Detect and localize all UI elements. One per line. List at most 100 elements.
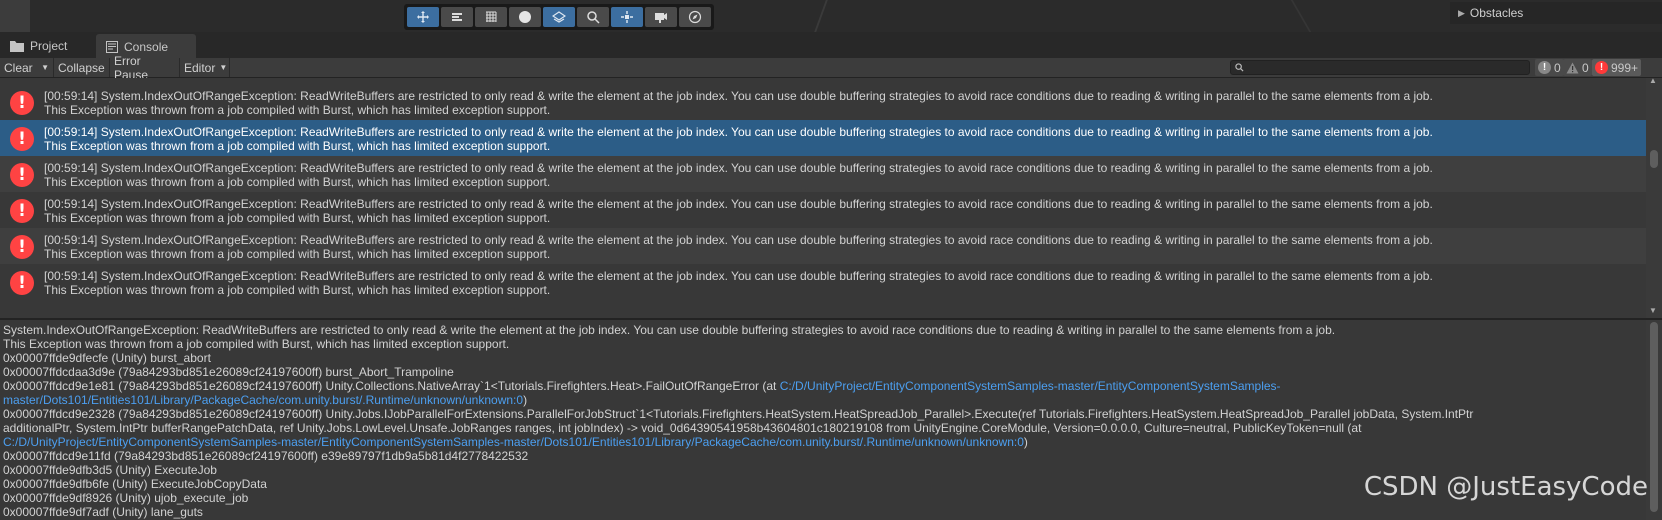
error-icon: ! [10, 163, 34, 187]
folder-icon [10, 41, 24, 52]
error-icon: ! [10, 127, 34, 151]
stack-trace-text: 0x00007ffde9df7adf (Unity) lane_guts [3, 505, 203, 519]
camera-icon [655, 13, 667, 23]
stack-trace-text: System.IndexOutOfRangeException: ReadWri… [3, 323, 1336, 337]
grid-icon [486, 11, 497, 22]
stack-trace-line: 0x00007ffde9dfecfe (Unity) burst_abort [3, 351, 1646, 365]
stack-trace-line: 0x00007ffde9df7adf (Unity) lane_guts [3, 505, 1646, 519]
log-entry-text: [00:59:14] System.IndexOutOfRangeExcepti… [44, 233, 1433, 261]
transform-icon [621, 11, 633, 23]
scene-tools-toolbar [404, 4, 714, 30]
warning-count-toggle[interactable]: 0 [1563, 59, 1592, 76]
scene-view-strip [0, 0, 1662, 32]
hierarchy-item-obstacles[interactable]: ▶ Obstacles [1450, 2, 1662, 24]
stack-trace-line: 0x00007ffdcd9e2328 (79a84293bd851e26089c… [3, 407, 1646, 421]
stack-trace-text: 0x00007ffde9df8926 (Unity) ujob_execute_… [3, 491, 249, 505]
log-entry-text: [00:59:14] System.IndexOutOfRangeExcepti… [44, 125, 1433, 153]
source-file-link[interactable]: C:/D/UnityProject/EntityComponentSystemS… [3, 435, 1024, 449]
error-icon: ! [10, 235, 34, 259]
tab-console-label: Console [124, 40, 169, 54]
stack-trace-text: 0x00007ffde9dfb3d5 (Unity) ExecuteJob [3, 463, 217, 477]
grid-tool-button[interactable] [475, 7, 507, 27]
stack-trace-line: 0x00007ffdcd9e11fd (79a84293bd851e26089c… [3, 449, 1646, 463]
console-log-list: ! [00:59:14] System.IndexOutOfRangeExcep… [0, 78, 1662, 318]
error-pause-button[interactable]: Error Pause [110, 54, 180, 82]
source-file-link[interactable]: C:/D/UnityProject/EntityComponentSystemS… [780, 379, 1281, 393]
stack-trace-text: 0x00007ffde9dfb6fe (Unity) ExecuteJobCop… [3, 477, 267, 491]
expand-arrow-icon[interactable]: ▶ [1458, 8, 1465, 19]
log-entry[interactable]: ! [00:59:14] System.IndexOutOfRangeExcep… [0, 156, 1646, 194]
info-icon: ! [1538, 61, 1551, 74]
scroll-down-icon[interactable]: ▼ [1649, 306, 1657, 315]
window-tab-bar: Project Console [0, 32, 1662, 58]
scene-grid-line [1290, 0, 1312, 32]
chevron-down-icon: ▼ [219, 63, 228, 72]
sphere-tool-button[interactable] [509, 7, 541, 27]
move-icon [417, 11, 429, 23]
collapse-label: Collapse [58, 60, 105, 75]
info-count: 0 [1554, 60, 1561, 75]
stack-trace-line: 0x00007ffdcdaa3d9e (79a84293bd851e26089c… [3, 365, 1646, 379]
log-entry[interactable]: ! [00:59:14] System.IndexOutOfRangeExcep… [0, 228, 1646, 266]
tab-project[interactable]: Project [0, 34, 96, 58]
scrollbar-thumb[interactable] [1650, 322, 1658, 512]
search-tool-button[interactable] [577, 7, 609, 27]
stack-trace-line: additionalPtr, System.IntPtr bufferRange… [3, 421, 1646, 435]
watermark: CSDN @JustEasyCode [1363, 472, 1648, 502]
rect-tool-button[interactable] [441, 7, 473, 27]
hierarchy-item-label: Obstacles [1469, 6, 1524, 20]
error-icon: ! [10, 199, 34, 223]
compass-tool-button[interactable] [679, 7, 711, 27]
console-search[interactable] [1230, 60, 1530, 75]
warning-count: 0 [1582, 60, 1589, 75]
log-entry[interactable]: ! [00:59:14] System.IndexOutOfRangeExcep… [0, 84, 1646, 122]
stack-trace-text: 0x00007ffde9dfecfe (Unity) burst_abort [3, 351, 211, 365]
log-entry[interactable]: ! [00:59:14] System.IndexOutOfRangeExcep… [0, 192, 1646, 230]
source-file-link[interactable]: master/Dots101/Entities101/Library/Packa… [3, 393, 523, 407]
search-input[interactable] [1244, 61, 1529, 74]
info-count-toggle[interactable]: ! 0 [1535, 59, 1564, 76]
transform-tool-button[interactable] [611, 7, 643, 27]
chevron-down-icon[interactable]: ▼ [41, 63, 49, 72]
editor-dropdown[interactable]: Editor ▼ [180, 58, 230, 77]
console-icon [106, 41, 118, 53]
error-count: 999+ [1611, 60, 1639, 75]
clear-label: Clear [4, 60, 33, 75]
console-toolbar: Clear ▼ Collapse Error Pause Editor ▼ ! … [0, 54, 1662, 82]
stack-trace-text: 0x00007ffdcd9e1e81 (79a84293bd851e26089c… [3, 379, 780, 393]
scrollbar-thumb[interactable] [1650, 150, 1658, 168]
collapse-button[interactable]: Collapse [54, 58, 110, 77]
move-tool-button[interactable] [407, 7, 439, 27]
error-icon: ! [10, 271, 34, 295]
layers-tool-button[interactable] [543, 7, 575, 27]
error-icon: ! [1595, 61, 1608, 74]
scroll-up-icon[interactable]: ▲ [1649, 78, 1657, 85]
stack-trace-text: 0x00007ffdcd9e11fd (79a84293bd851e26089c… [3, 449, 529, 463]
clear-dropdown[interactable]: Clear ▼ [0, 58, 54, 77]
log-entry-selected[interactable]: ! [00:59:14] System.IndexOutOfRangeExcep… [0, 120, 1646, 158]
search-icon [587, 11, 600, 24]
tab-project-label: Project [30, 39, 68, 53]
log-entry-text: [00:59:14] System.IndexOutOfRangeExcepti… [44, 89, 1433, 117]
search-icon [1235, 63, 1244, 72]
stack-trace-text: 0x00007ffdcdaa3d9e (79a84293bd851e26089c… [3, 365, 454, 379]
log-entry-text: [00:59:14] System.IndexOutOfRangeExcepti… [44, 197, 1433, 225]
stack-trace-scrollbar[interactable] [1646, 320, 1662, 520]
stack-trace-text: This Exception was thrown from a job com… [3, 337, 510, 351]
stack-trace-line: 0x00007ffdcd9e1e81 (79a84293bd851e26089c… [3, 379, 1646, 393]
error-count-toggle[interactable]: ! 999+ [1592, 59, 1642, 76]
rect-tool-icon [452, 13, 462, 21]
stack-trace-line: System.IndexOutOfRangeException: ReadWri… [3, 323, 1646, 337]
log-entry-text: [00:59:14] System.IndexOutOfRangeExcepti… [44, 161, 1433, 189]
log-entry[interactable]: ! [00:59:14] System.IndexOutOfRangeExcep… [0, 264, 1646, 302]
stack-trace-line: This Exception was thrown from a job com… [3, 337, 1646, 351]
compass-icon [688, 10, 702, 24]
panel-edge [0, 0, 30, 32]
camera-tool-button[interactable] [645, 7, 677, 27]
log-list-scrollbar[interactable]: ▲ ▼ [1646, 78, 1662, 318]
warning-icon [1566, 62, 1579, 73]
stack-trace-line: C:/D/UnityProject/EntityComponentSystemS… [3, 435, 1646, 449]
editor-label: Editor [184, 60, 216, 75]
error-icon: ! [10, 91, 34, 115]
stack-trace-text: additionalPtr, System.IntPtr bufferRange… [3, 421, 1362, 435]
